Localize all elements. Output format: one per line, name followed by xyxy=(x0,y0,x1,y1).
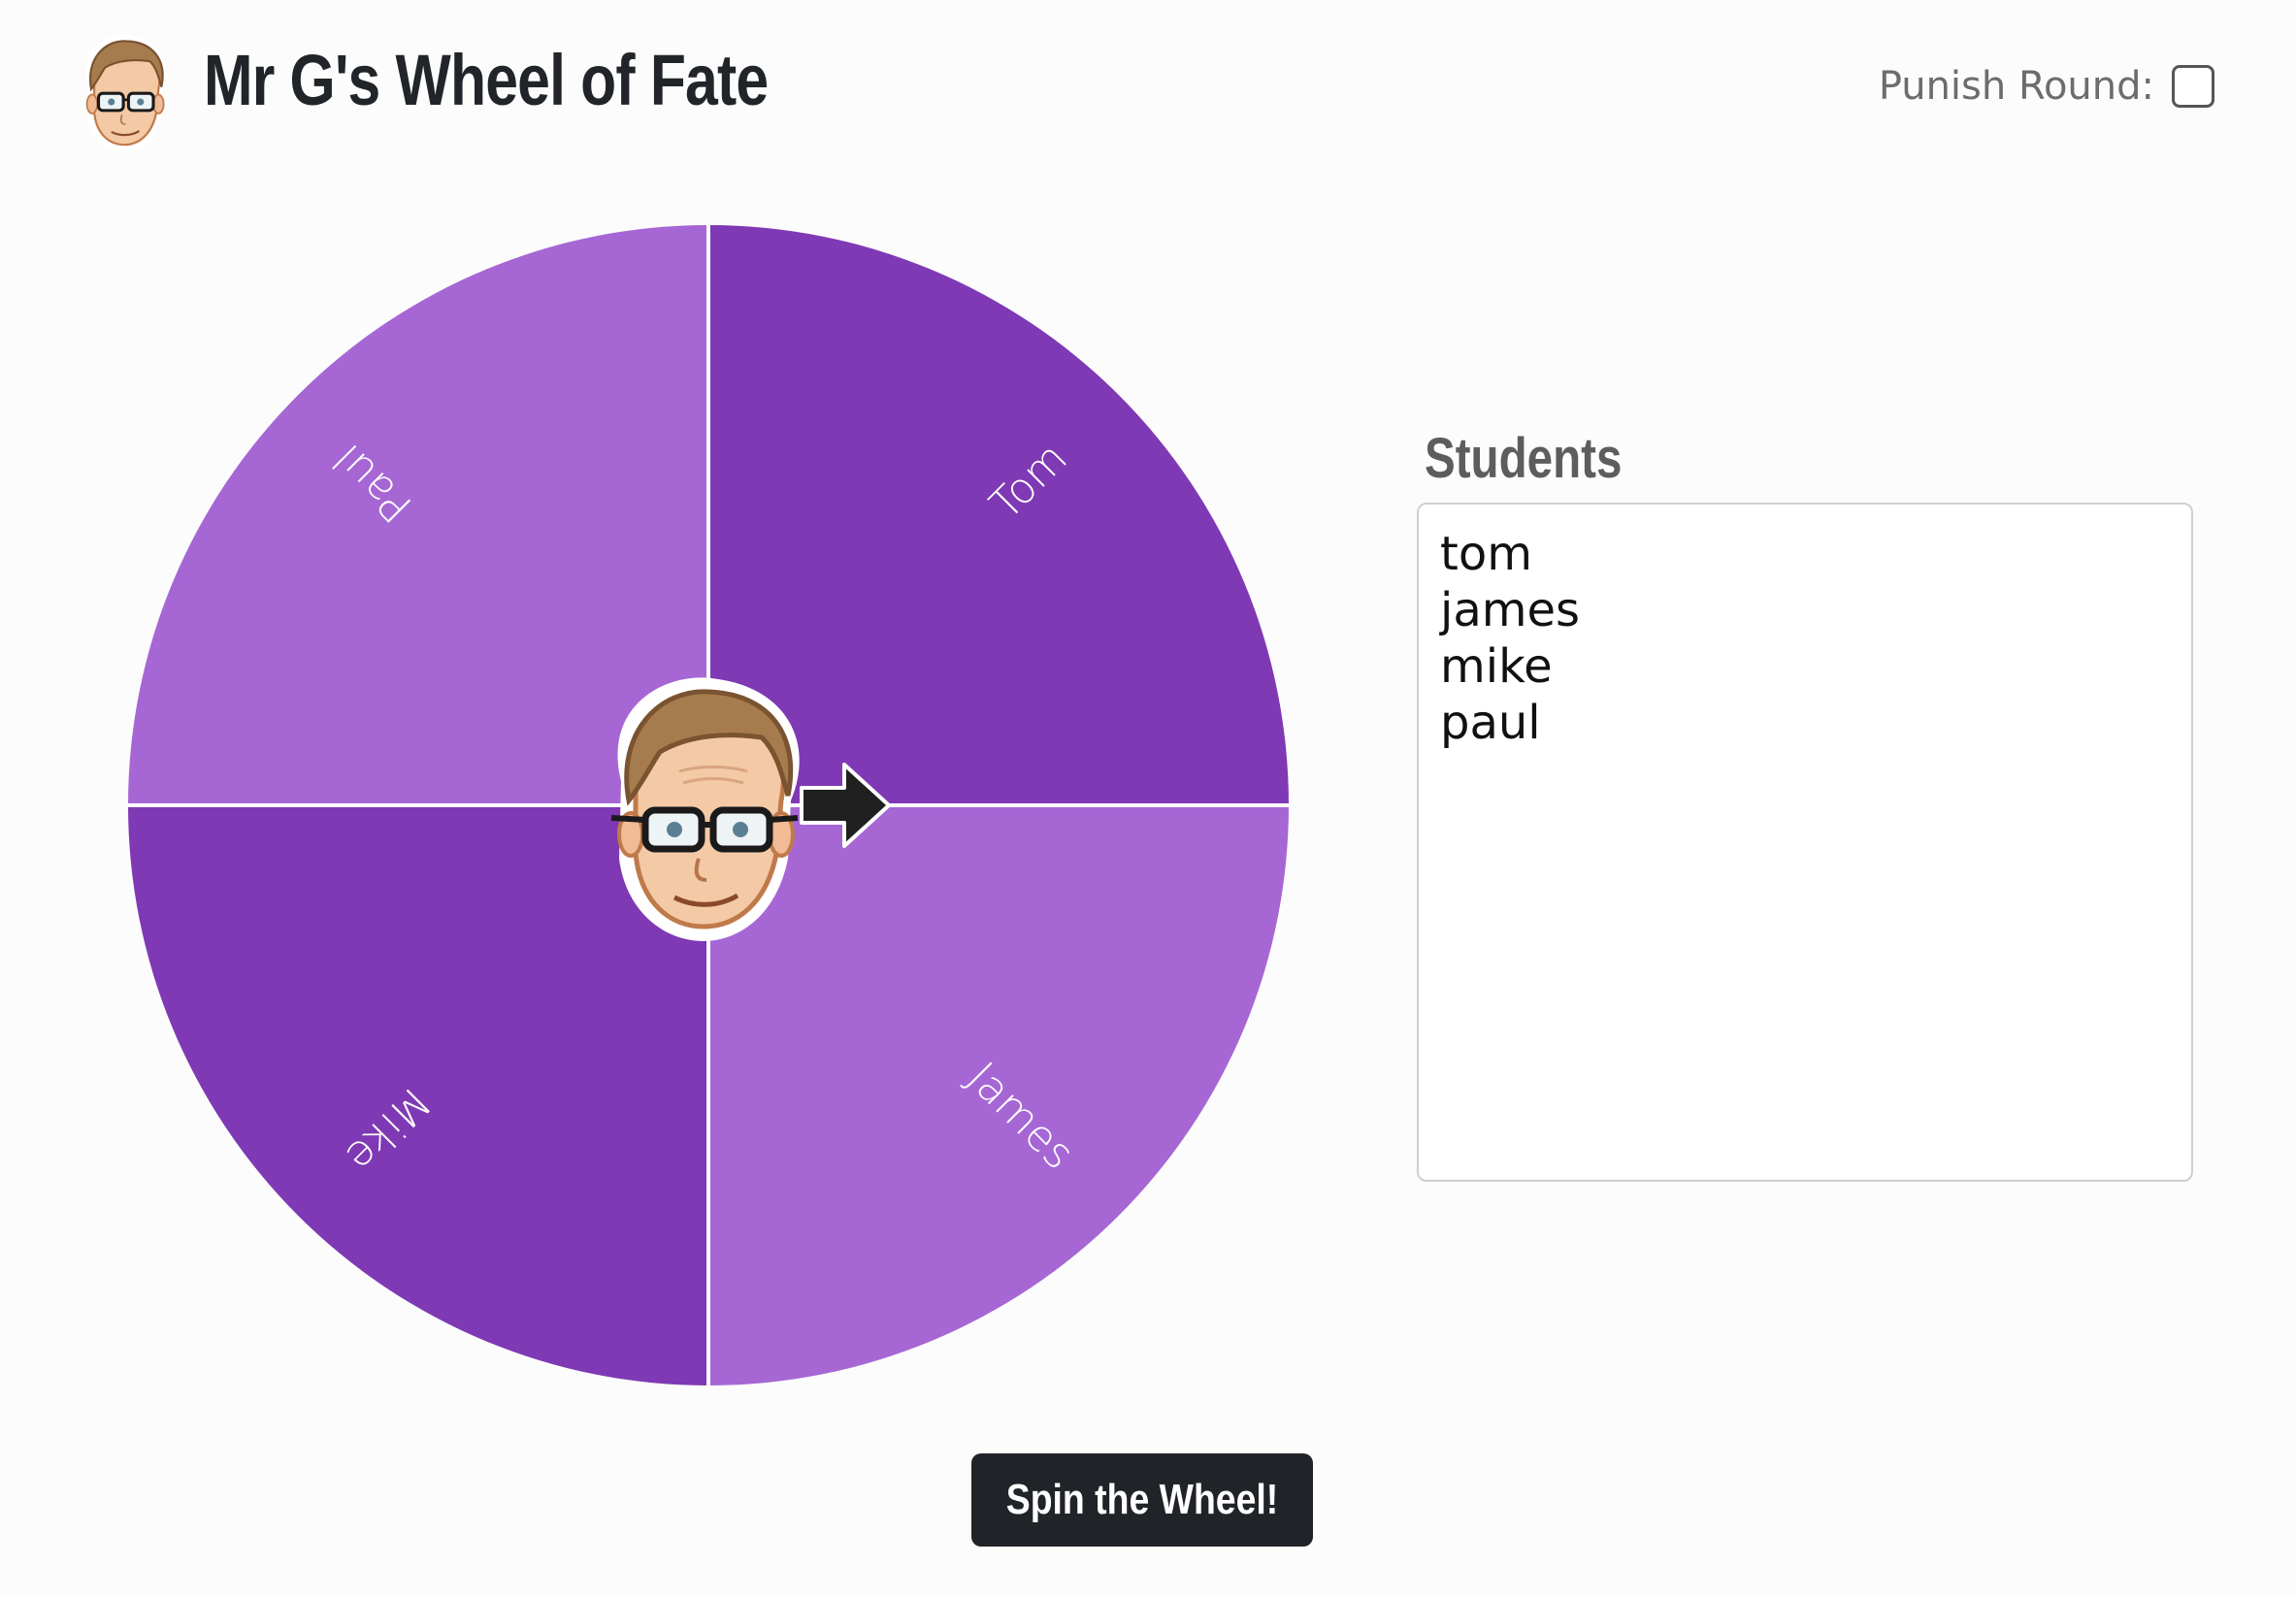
cartoon-face-icon xyxy=(85,34,167,151)
punish-round-control: Punish Round: xyxy=(1879,64,2214,109)
cartoon-face-icon xyxy=(610,677,800,941)
students-list: tom james mike paul xyxy=(1440,526,2170,751)
student-name: james xyxy=(1440,583,1581,637)
app-title: Mr G's Wheel of Fate xyxy=(204,40,769,120)
wheel-of-fate[interactable]: Tom James Mike Paul xyxy=(126,223,1291,1387)
punish-round-label: Punish Round: xyxy=(1878,64,2154,109)
student-name: mike xyxy=(1440,639,1553,694)
student-name: tom xyxy=(1440,527,1532,581)
punish-round-checkbox[interactable] xyxy=(2172,65,2214,108)
students-heading: Students xyxy=(1425,427,1623,490)
spin-wheel-label: Spin the Wheel! xyxy=(1005,1476,1279,1523)
students-textarea[interactable]: tom james mike paul xyxy=(1417,503,2193,1182)
student-name: paul xyxy=(1440,696,1541,750)
spin-wheel-button[interactable]: Spin the Wheel! xyxy=(971,1453,1313,1547)
